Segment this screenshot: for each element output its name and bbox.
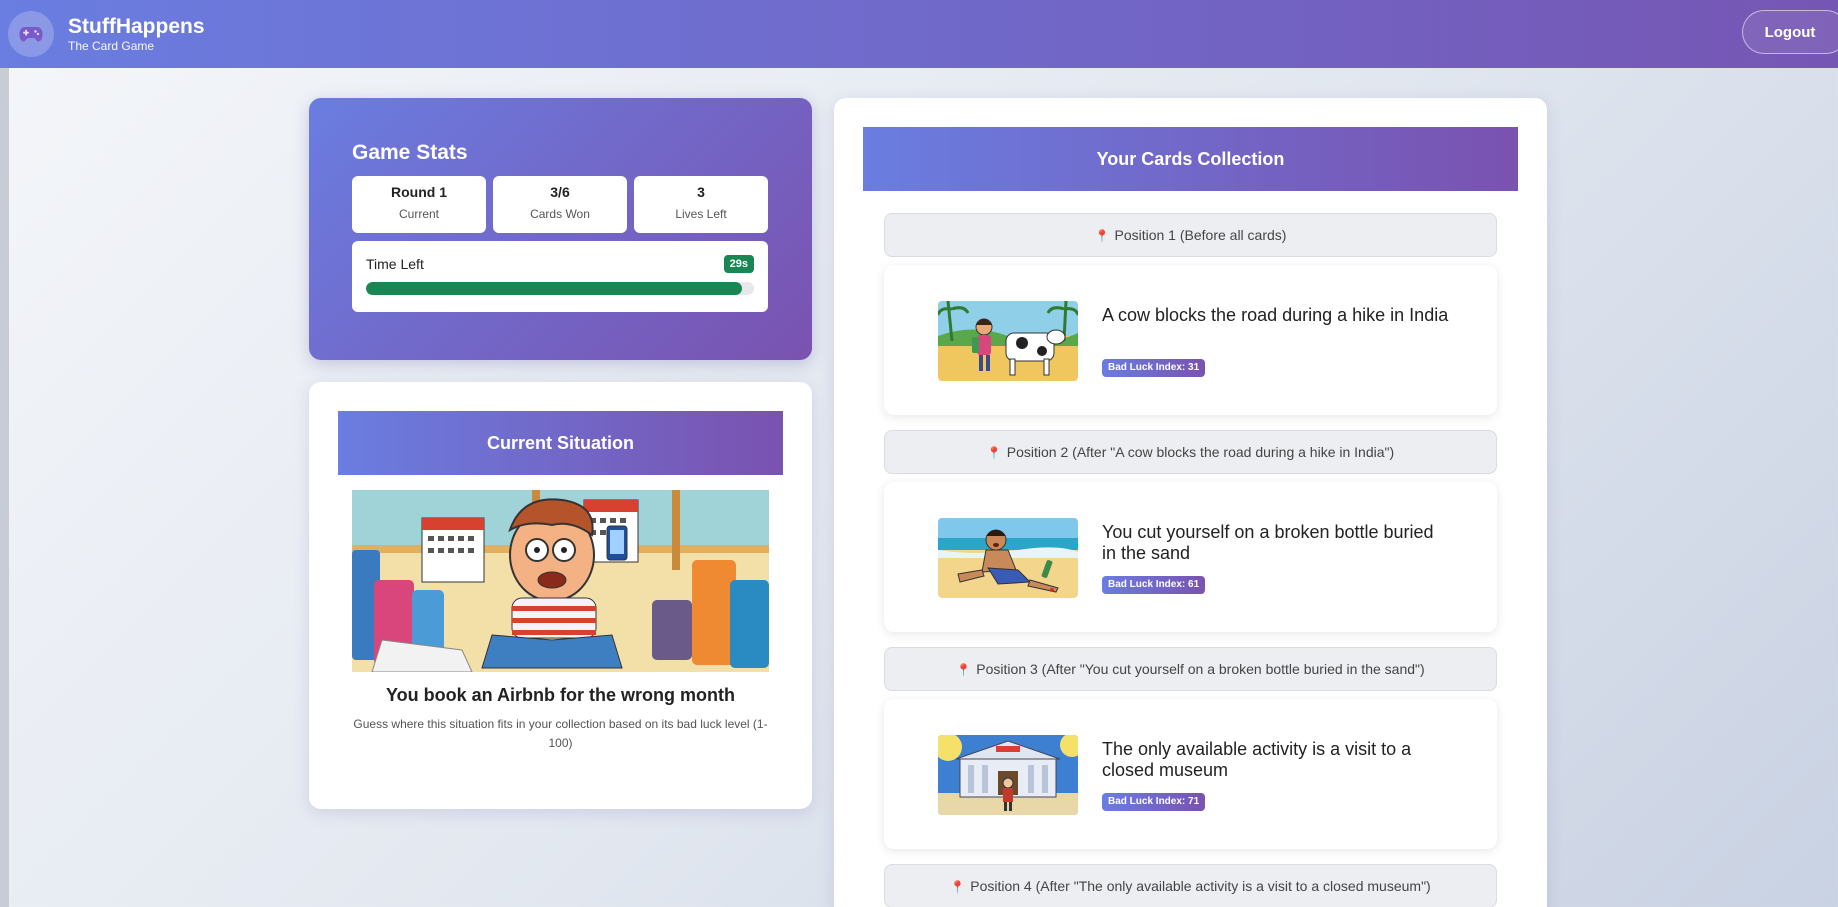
position-label: Position 2 (After "A cow blocks the road… (1006, 444, 1395, 460)
pin-icon: 📍 (986, 446, 1002, 460)
timer-badge: 29s (723, 255, 754, 273)
current-situation-panel: Current Situation You book an Airbnb for… (309, 382, 812, 809)
bad-luck-badge: Bad Luck Index: 31 (1102, 359, 1206, 377)
bad-luck-badge: Bad Luck Index: 71 (1102, 793, 1206, 811)
pin-icon: 📍 (1094, 229, 1110, 243)
pin-icon: 📍 (956, 663, 972, 677)
timer-box: Time Left 29s (352, 241, 768, 312)
card-image-beach (938, 518, 1078, 598)
collection-card-3: The only available activity is a visit t… (884, 699, 1497, 849)
brand-subtitle: The Card Game (68, 39, 155, 53)
cards-collection-header: Your Cards Collection (863, 127, 1518, 191)
logout-button[interactable]: Logout (1742, 10, 1838, 54)
situation-description: Guess where this situation fits in your … (353, 717, 768, 750)
round-value: Round 1 (391, 184, 447, 200)
position-slot-3[interactable]: 📍 Position 3 (After "You cut yourself on … (884, 647, 1497, 691)
situation-illustration (352, 490, 769, 672)
game-stats-panel: Game Stats Round 1 Current 3/6 Cards Won… (309, 98, 812, 360)
collection-card-1: A cow blocks the road during a hike in I… (884, 265, 1497, 415)
cards-collection-panel: Your Cards Collection 📍 Position 1 (Befor… (834, 98, 1547, 907)
card-image-museum (938, 735, 1078, 815)
timer-progress-track (366, 282, 754, 295)
card-title: You cut yourself on a broken bottle buri… (1102, 522, 1434, 563)
position-label: Position 3 (After "You cut yourself on a… (976, 661, 1425, 677)
card-title: The only available activity is a visit t… (1102, 739, 1412, 780)
timer-progress-fill (366, 282, 743, 295)
collection-card-2: You cut yourself on a broken bottle buri… (884, 482, 1497, 632)
lives-value: 3 (697, 184, 705, 200)
round-label: Current (398, 207, 439, 221)
position-slot-2[interactable]: 📍 Position 2 (After "A cow blocks the roa… (884, 430, 1497, 474)
cards-won-label: Cards Won (530, 207, 590, 221)
pin-icon: 📍 (950, 880, 966, 894)
gamepad-icon (8, 11, 54, 57)
situation-title: You book an Airbnb for the wrong month (386, 685, 735, 705)
round-stat: Round 1 Current (352, 176, 486, 233)
lives-label: Lives Left (675, 207, 727, 221)
current-situation-header: Current Situation (338, 411, 783, 475)
position-label: Position 1 (Before all cards) (1114, 227, 1287, 243)
cards-won-value: 3/6 (550, 184, 570, 200)
game-stats-title: Game Stats (352, 141, 468, 164)
left-edge-strip (0, 68, 9, 907)
timer-label: Time Left (366, 256, 424, 272)
brand-title: StuffHappens (68, 15, 205, 38)
cards-won-stat: 3/6 Cards Won (493, 176, 627, 233)
position-label: Position 4 (After "The only available ac… (970, 878, 1431, 894)
position-slot-1[interactable]: 📍 Position 1 (Before all cards) (884, 213, 1497, 257)
navbar: StuffHappens The Card Game Logout (0, 0, 1838, 68)
position-slot-4[interactable]: 📍 Position 4 (After "The only available a… (884, 864, 1497, 907)
card-image-cow (938, 301, 1078, 381)
stats-row: Round 1 Current 3/6 Cards Won 3 Lives Le… (352, 176, 769, 233)
card-title: A cow blocks the road during a hike in I… (1102, 305, 1449, 325)
bad-luck-badge: Bad Luck Index: 61 (1102, 576, 1206, 594)
brand[interactable]: StuffHappens The Card Game (68, 15, 205, 53)
lives-stat: 3 Lives Left (634, 176, 768, 233)
